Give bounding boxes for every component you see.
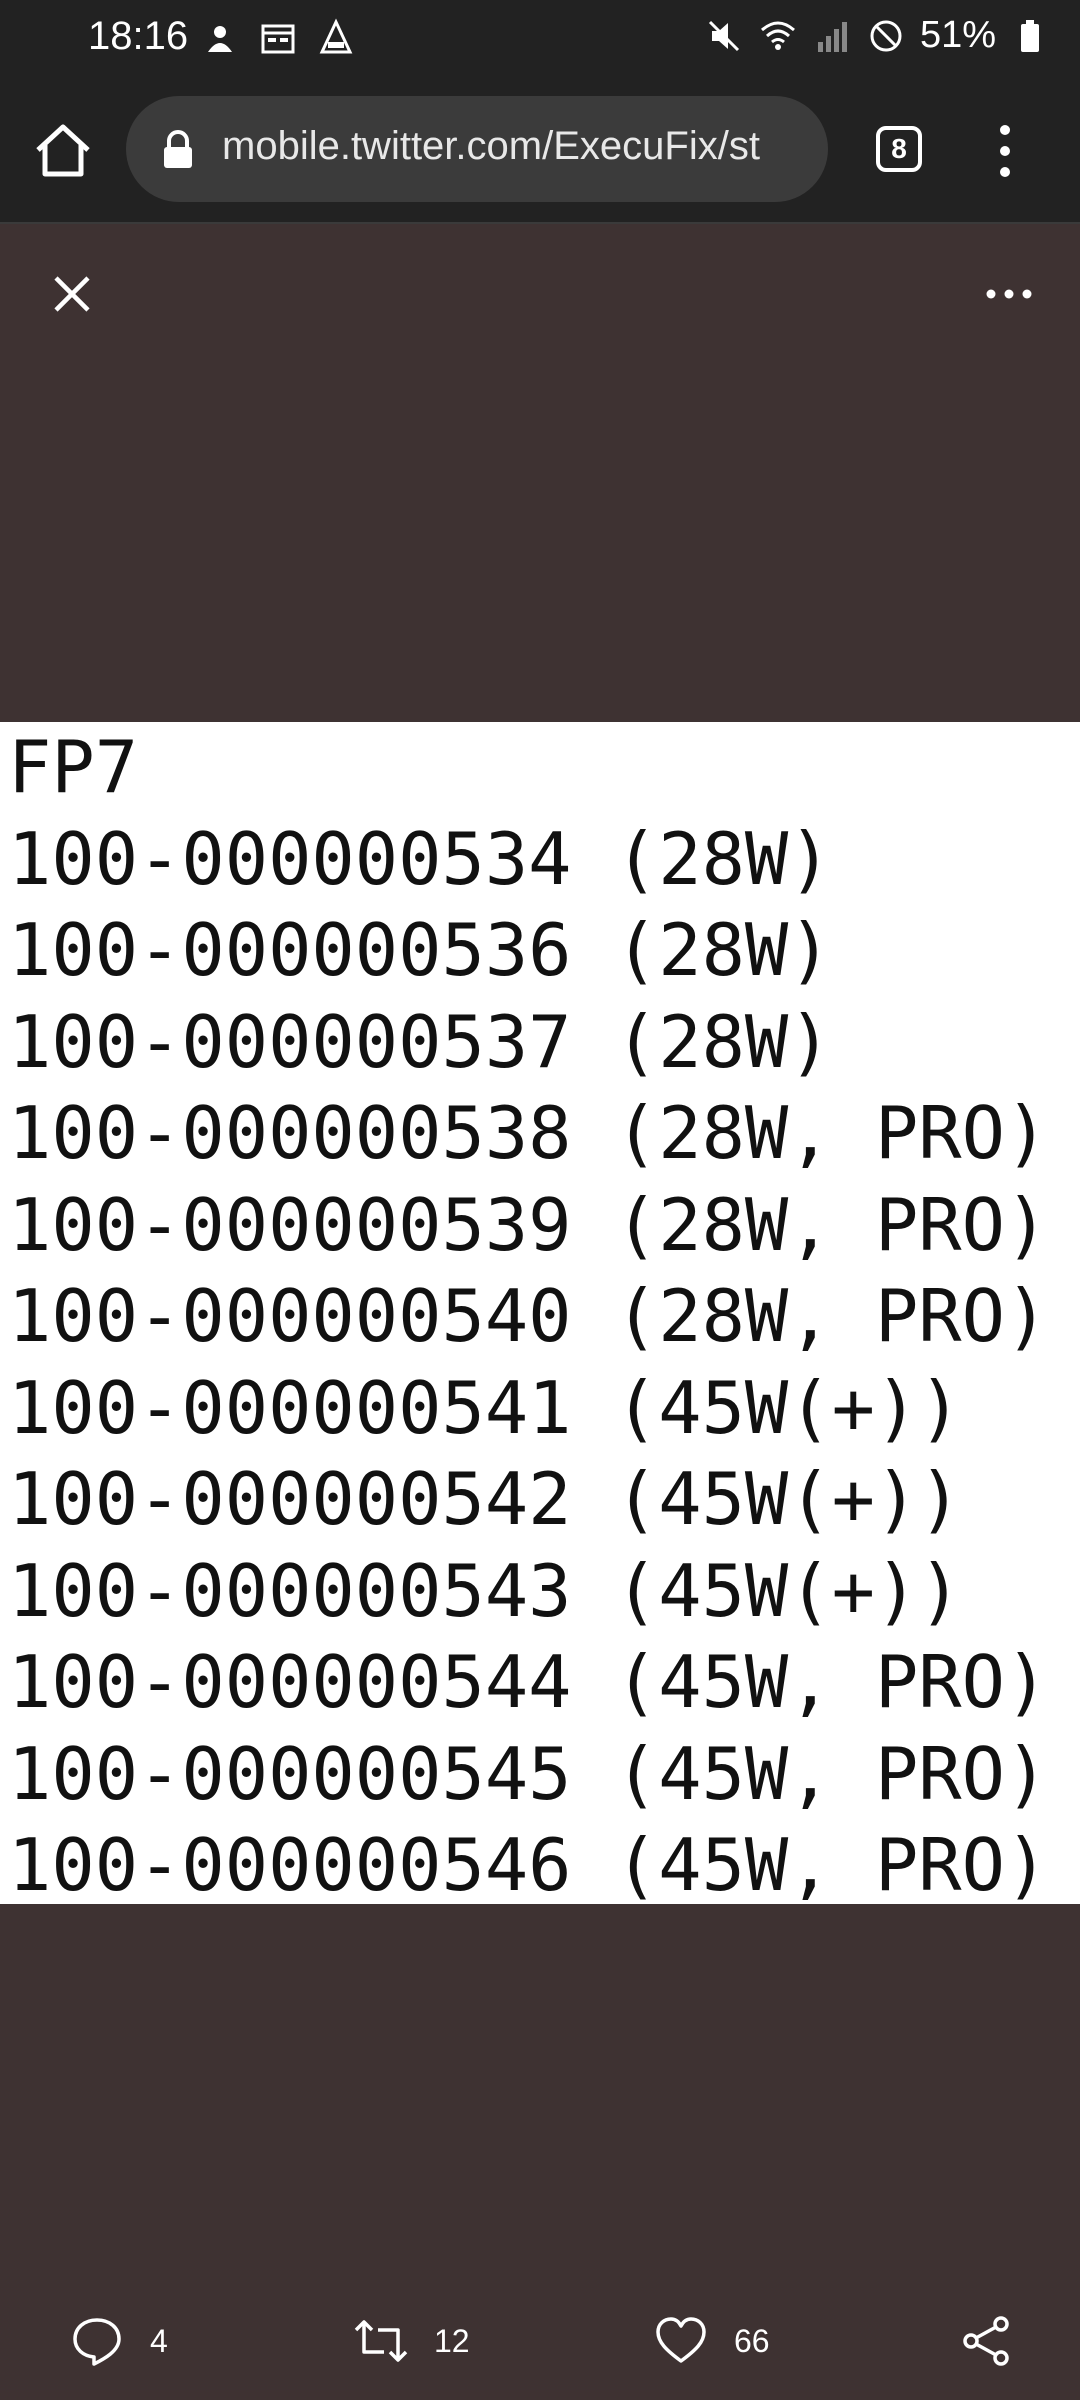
browser-menu-icon[interactable] [990, 122, 1020, 180]
image-line: 100-000000540 (28W, PRO) [8, 1274, 1049, 1358]
battery-percent: 51% [919, 14, 996, 56]
tab-count: 8 [891, 133, 907, 164]
url-text[interactable]: mobile.twitter.com/ExecuFix/st [222, 124, 760, 169]
heart-icon [656, 2317, 706, 2363]
close-icon[interactable] [44, 266, 100, 322]
wifi-icon [760, 21, 795, 50]
share-icon [963, 2316, 1009, 2366]
retweet-button[interactable]: 12 [354, 2314, 470, 2368]
tweet-actions-bar: 4 12 66 [0, 2300, 1080, 2380]
image-text-block: FP7 100-000000534 (28W) 100-000000536 (2… [0, 722, 1048, 1904]
bixby-icon [208, 26, 232, 52]
image-line: 100-000000534 (28W) [8, 816, 832, 901]
image-line: 100-000000541 (45W(+)) [8, 1365, 962, 1450]
retweet-icon [354, 2320, 408, 2362]
share-button[interactable] [960, 2314, 1014, 2368]
home-icon[interactable] [30, 118, 96, 184]
calendar-icon [261, 24, 295, 54]
system-icons: 51% [704, 14, 1050, 57]
do-not-disturb-icon [870, 20, 902, 51]
browser-toolbar: mobile.twitter.com/ExecuFix/st 8 [0, 80, 1080, 224]
image-line: 100-000000546 (45W, PRO) [8, 1823, 1049, 1904]
app-notification-icon [319, 18, 353, 54]
lock-icon [164, 130, 192, 168]
battery-icon [1021, 19, 1039, 52]
address-bar[interactable]: mobile.twitter.com/ExecuFix/st [126, 96, 828, 202]
reply-button[interactable]: 4 [70, 2314, 168, 2368]
like-button[interactable]: 66 [654, 2314, 770, 2368]
image-line: 100-000000545 (45W, PRO) [8, 1731, 1049, 1816]
reply-count: 4 [150, 2322, 168, 2359]
status-time: 18:16 [88, 14, 189, 58]
image-line: 100-000000542 (45W(+)) [8, 1457, 962, 1541]
notification-icons [200, 18, 356, 58]
signal-icon [817, 21, 847, 52]
image-line: 100-000000539 (28W, PRO) [8, 1182, 1049, 1267]
reply-icon [73, 2318, 121, 2366]
image-line: 100-000000543 (45W(+)) [8, 1548, 962, 1633]
status-bar: 18:16 51% [0, 0, 1080, 80]
mute-icon [708, 20, 739, 51]
tab-switcher-button[interactable]: 8 [876, 126, 922, 172]
image-line: FP7 [8, 725, 139, 809]
tweet-image[interactable]: FP7 100-000000534 (28W) 100-000000536 (2… [0, 722, 1080, 1904]
image-line: 100-000000544 (45W, PRO) [8, 1640, 1049, 1724]
image-line: 100-000000536 (28W) [8, 908, 832, 992]
image-line: 100-000000538 (28W, PRO) [8, 1091, 1049, 1175]
retweet-count: 12 [434, 2322, 470, 2359]
like-count: 66 [734, 2322, 770, 2359]
more-options-icon[interactable] [984, 284, 1034, 304]
image-line: 100-000000537 (28W) [8, 999, 832, 1084]
